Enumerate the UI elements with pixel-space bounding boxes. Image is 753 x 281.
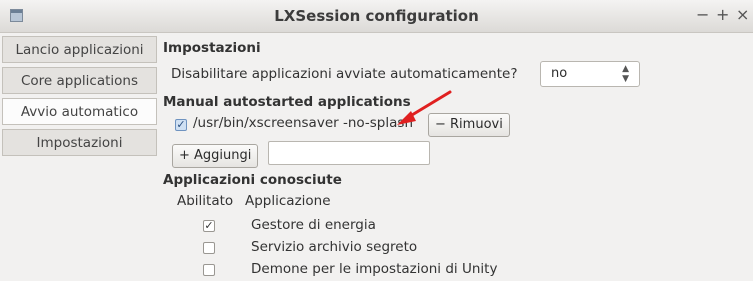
sidebar-item-avvio-automatico[interactable]: Avvio automatico — [2, 98, 157, 125]
minimize-button[interactable]: − — [696, 5, 709, 24]
add-command-input[interactable] — [268, 141, 430, 165]
table-row[interactable]: Servizio archivio segreto — [171, 237, 753, 259]
disable-autostart-label: Disabilitare applicazioni avviate automa… — [171, 66, 518, 82]
known-section-title: Applicazioni conosciute — [163, 172, 342, 188]
annotation-arrow-icon — [397, 90, 452, 125]
row-enabled-checkbox[interactable] — [203, 242, 215, 254]
manual-item-checkbox[interactable]: ✓ — [175, 119, 187, 131]
maximize-button[interactable]: + — [716, 5, 729, 24]
manual-item-label: /usr/bin/xscreensaver -no-splash — [193, 115, 413, 131]
table-row[interactable]: ✓ Gestore di energia — [171, 215, 753, 237]
sidebar: Lancio applicazioni Core applications Av… — [0, 34, 157, 278]
close-button[interactable]: × — [736, 5, 749, 24]
row-application-name: Demone per le impostazioni di Unity — [251, 261, 498, 277]
column-header-enabled[interactable]: Abilitato — [177, 193, 233, 209]
manual-section-title: Manual autostarted applications — [163, 94, 411, 110]
spin-arrows-icon: ▲ ▼ — [622, 64, 629, 84]
row-application-name: Gestore di energia — [251, 217, 376, 233]
sidebar-item-lancio-applicazioni[interactable]: Lancio applicazioni — [2, 36, 157, 63]
title-bar: LXSession configuration − + × — [0, 0, 753, 33]
add-button[interactable]: + Aggiungi — [172, 144, 259, 168]
row-enabled-checkbox[interactable]: ✓ — [203, 220, 215, 232]
row-enabled-checkbox[interactable] — [203, 264, 215, 276]
column-header-application[interactable]: Applicazione — [245, 193, 331, 209]
main-content: Impostazioni Disabilitare applicazioni a… — [163, 34, 753, 278]
window-title: LXSession configuration — [274, 7, 479, 25]
row-application-name: Servizio archivio segreto — [251, 239, 418, 255]
settings-section-title: Impostazioni — [163, 40, 261, 56]
disable-autostart-select[interactable]: no ▲ ▼ — [540, 61, 640, 87]
sidebar-item-impostazioni[interactable]: Impostazioni — [2, 129, 157, 156]
disable-autostart-value: no — [551, 66, 568, 81]
table-header: Abilitato Applicazione — [171, 192, 753, 212]
sidebar-item-core-applications[interactable]: Core applications — [2, 67, 157, 94]
